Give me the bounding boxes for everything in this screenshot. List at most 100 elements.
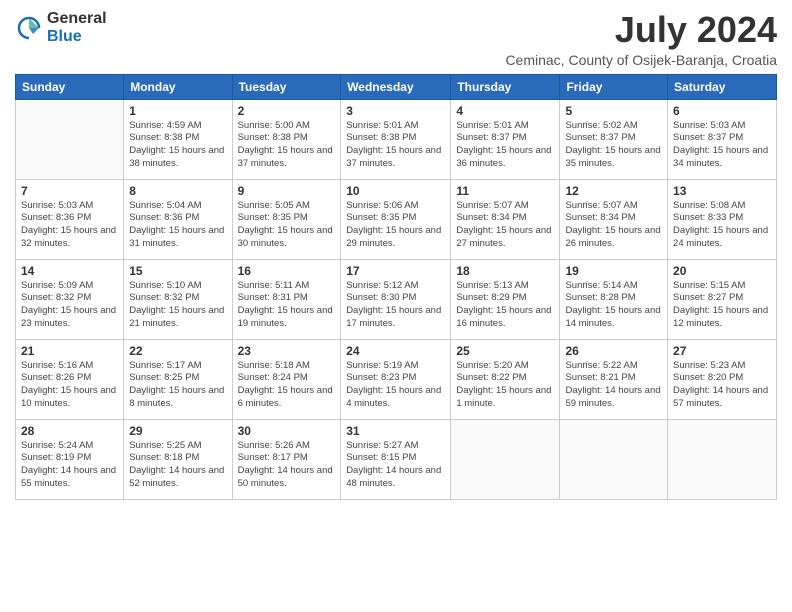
calendar-cell — [16, 99, 124, 179]
day-info: Sunrise: 5:24 AMSunset: 8:19 PMDaylight:… — [21, 440, 118, 491]
day-info: Sunrise: 5:01 AMSunset: 8:37 PMDaylight:… — [456, 120, 554, 171]
week-row-2: 7Sunrise: 5:03 AMSunset: 8:36 PMDaylight… — [16, 179, 777, 259]
weekday-header-saturday: Saturday — [668, 74, 777, 99]
day-number: 21 — [21, 344, 118, 358]
logo-general: General — [47, 10, 107, 28]
day-info: Sunrise: 5:00 AMSunset: 8:38 PMDaylight:… — [238, 120, 336, 171]
day-info: Sunrise: 5:17 AMSunset: 8:25 PMDaylight:… — [129, 360, 226, 411]
day-info: Sunrise: 5:06 AMSunset: 8:35 PMDaylight:… — [346, 200, 445, 251]
day-info: Sunrise: 5:11 AMSunset: 8:31 PMDaylight:… — [238, 280, 336, 331]
day-info: Sunrise: 5:05 AMSunset: 8:35 PMDaylight:… — [238, 200, 336, 251]
weekday-header-monday: Monday — [124, 74, 232, 99]
day-number: 1 — [129, 104, 226, 118]
day-info: Sunrise: 5:15 AMSunset: 8:27 PMDaylight:… — [673, 280, 771, 331]
day-number: 19 — [565, 264, 662, 278]
calendar-cell: 28 Sunrise: 5:24 AMSunset: 8:19 PMDayligh… — [16, 419, 124, 499]
day-info: Sunrise: 5:22 AMSunset: 8:21 PMDaylight:… — [565, 360, 662, 411]
calendar-cell: 10 Sunrise: 5:06 AMSunset: 8:35 PMDayligh… — [341, 179, 451, 259]
day-number: 22 — [129, 344, 226, 358]
calendar-cell: 30 Sunrise: 5:26 AMSunset: 8:17 PMDayligh… — [232, 419, 341, 499]
day-number: 3 — [346, 104, 445, 118]
day-number: 5 — [565, 104, 662, 118]
day-number: 28 — [21, 424, 118, 438]
week-row-3: 14 Sunrise: 5:09 AMSunset: 8:32 PMDayligh… — [16, 259, 777, 339]
day-number: 24 — [346, 344, 445, 358]
calendar-cell: 18Sunrise: 5:13 AMSunset: 8:29 PMDayligh… — [451, 259, 560, 339]
day-info: Sunrise: 5:07 AMSunset: 8:34 PMDaylight:… — [565, 200, 662, 251]
day-info: Sunrise: 4:59 AMSunset: 8:38 PMDaylight:… — [129, 120, 226, 171]
calendar-cell: 15 Sunrise: 5:10 AMSunset: 8:32 PMDayligh… — [124, 259, 232, 339]
day-number: 18 — [456, 264, 554, 278]
calendar-cell: 21 Sunrise: 5:16 AMSunset: 8:26 PMDayligh… — [16, 339, 124, 419]
day-number: 27 — [673, 344, 771, 358]
day-number: 14 — [21, 264, 118, 278]
week-row-5: 28 Sunrise: 5:24 AMSunset: 8:19 PMDayligh… — [16, 419, 777, 499]
day-number: 7 — [21, 184, 118, 198]
calendar-cell: 29 Sunrise: 5:25 AMSunset: 8:18 PMDayligh… — [124, 419, 232, 499]
calendar-cell: 20 Sunrise: 5:15 AMSunset: 8:27 PMDayligh… — [668, 259, 777, 339]
day-info: Sunrise: 5:20 AMSunset: 8:22 PMDaylight:… — [456, 360, 554, 411]
weekday-header-friday: Friday — [560, 74, 668, 99]
calendar-cell: 11 Sunrise: 5:07 AMSunset: 8:34 PMDayligh… — [451, 179, 560, 259]
calendar-cell: 2 Sunrise: 5:00 AMSunset: 8:38 PMDaylight… — [232, 99, 341, 179]
logo: General Blue — [15, 10, 107, 45]
calendar-cell: 31 Sunrise: 5:27 AMSunset: 8:15 PMDayligh… — [341, 419, 451, 499]
day-number: 16 — [238, 264, 336, 278]
day-info: Sunrise: 5:25 AMSunset: 8:18 PMDaylight:… — [129, 440, 226, 491]
day-number: 20 — [673, 264, 771, 278]
day-info: Sunrise: 5:04 AMSunset: 8:36 PMDaylight:… — [129, 200, 226, 251]
calendar-cell: 12Sunrise: 5:07 AMSunset: 8:34 PMDayligh… — [560, 179, 668, 259]
calendar-cell: 13 Sunrise: 5:08 AMSunset: 8:33 PMDayligh… — [668, 179, 777, 259]
day-number: 11 — [456, 184, 554, 198]
day-info: Sunrise: 5:07 AMSunset: 8:34 PMDaylight:… — [456, 200, 554, 251]
day-info: Sunrise: 5:08 AMSunset: 8:33 PMDaylight:… — [673, 200, 771, 251]
logo-blue: Blue — [47, 28, 107, 46]
day-number: 9 — [238, 184, 336, 198]
calendar-cell: 9 Sunrise: 5:05 AMSunset: 8:35 PMDaylight… — [232, 179, 341, 259]
day-number: 17 — [346, 264, 445, 278]
day-number: 2 — [238, 104, 336, 118]
calendar-cell: 8Sunrise: 5:04 AMSunset: 8:36 PMDaylight… — [124, 179, 232, 259]
day-info: Sunrise: 5:16 AMSunset: 8:26 PMDaylight:… — [21, 360, 118, 411]
calendar-cell: 19 Sunrise: 5:14 AMSunset: 8:28 PMDayligh… — [560, 259, 668, 339]
calendar-cell: 26Sunrise: 5:22 AMSunset: 8:21 PMDayligh… — [560, 339, 668, 419]
logo-icon — [15, 14, 43, 42]
day-number: 30 — [238, 424, 336, 438]
weekday-header-tuesday: Tuesday — [232, 74, 341, 99]
day-info: Sunrise: 5:23 AMSunset: 8:20 PMDaylight:… — [673, 360, 771, 411]
day-info: Sunrise: 5:09 AMSunset: 8:32 PMDaylight:… — [21, 280, 118, 331]
calendar-cell: 7Sunrise: 5:03 AMSunset: 8:36 PMDaylight… — [16, 179, 124, 259]
calendar-cell — [451, 419, 560, 499]
day-info: Sunrise: 5:12 AMSunset: 8:30 PMDaylight:… — [346, 280, 445, 331]
day-number: 31 — [346, 424, 445, 438]
day-number: 6 — [673, 104, 771, 118]
calendar-cell: 3Sunrise: 5:01 AMSunset: 8:38 PMDaylight… — [341, 99, 451, 179]
logo-text: General Blue — [47, 10, 107, 45]
calendar-cell: 23Sunrise: 5:18 AMSunset: 8:24 PMDayligh… — [232, 339, 341, 419]
day-number: 13 — [673, 184, 771, 198]
day-info: Sunrise: 5:27 AMSunset: 8:15 PMDaylight:… — [346, 440, 445, 491]
calendar-cell: 22 Sunrise: 5:17 AMSunset: 8:25 PMDayligh… — [124, 339, 232, 419]
calendar-cell: 1 Sunrise: 4:59 AMSunset: 8:38 PMDaylight… — [124, 99, 232, 179]
title-section: July 2024 Ceminac, County of Osijek-Bara… — [505, 10, 777, 68]
calendar-cell: 6 Sunrise: 5:03 AMSunset: 8:37 PMDaylight… — [668, 99, 777, 179]
day-info: Sunrise: 5:10 AMSunset: 8:32 PMDaylight:… — [129, 280, 226, 331]
weekday-header-row: SundayMondayTuesdayWednesdayThursdayFrid… — [16, 74, 777, 99]
day-number: 15 — [129, 264, 226, 278]
day-info: Sunrise: 5:03 AMSunset: 8:37 PMDaylight:… — [673, 120, 771, 171]
day-number: 10 — [346, 184, 445, 198]
day-number: 29 — [129, 424, 226, 438]
weekday-header-thursday: Thursday — [451, 74, 560, 99]
calendar-cell: 5 Sunrise: 5:02 AMSunset: 8:37 PMDaylight… — [560, 99, 668, 179]
calendar-cell — [560, 419, 668, 499]
weekday-header-sunday: Sunday — [16, 74, 124, 99]
calendar: SundayMondayTuesdayWednesdayThursdayFrid… — [15, 74, 777, 500]
calendar-cell: 16 Sunrise: 5:11 AMSunset: 8:31 PMDayligh… — [232, 259, 341, 339]
calendar-cell: 27 Sunrise: 5:23 AMSunset: 8:20 PMDayligh… — [668, 339, 777, 419]
day-info: Sunrise: 5:02 AMSunset: 8:37 PMDaylight:… — [565, 120, 662, 171]
calendar-cell: 4 Sunrise: 5:01 AMSunset: 8:37 PMDaylight… — [451, 99, 560, 179]
day-number: 4 — [456, 104, 554, 118]
day-info: Sunrise: 5:26 AMSunset: 8:17 PMDaylight:… — [238, 440, 336, 491]
day-info: Sunrise: 5:14 AMSunset: 8:28 PMDaylight:… — [565, 280, 662, 331]
day-info: Sunrise: 5:19 AMSunset: 8:23 PMDaylight:… — [346, 360, 445, 411]
